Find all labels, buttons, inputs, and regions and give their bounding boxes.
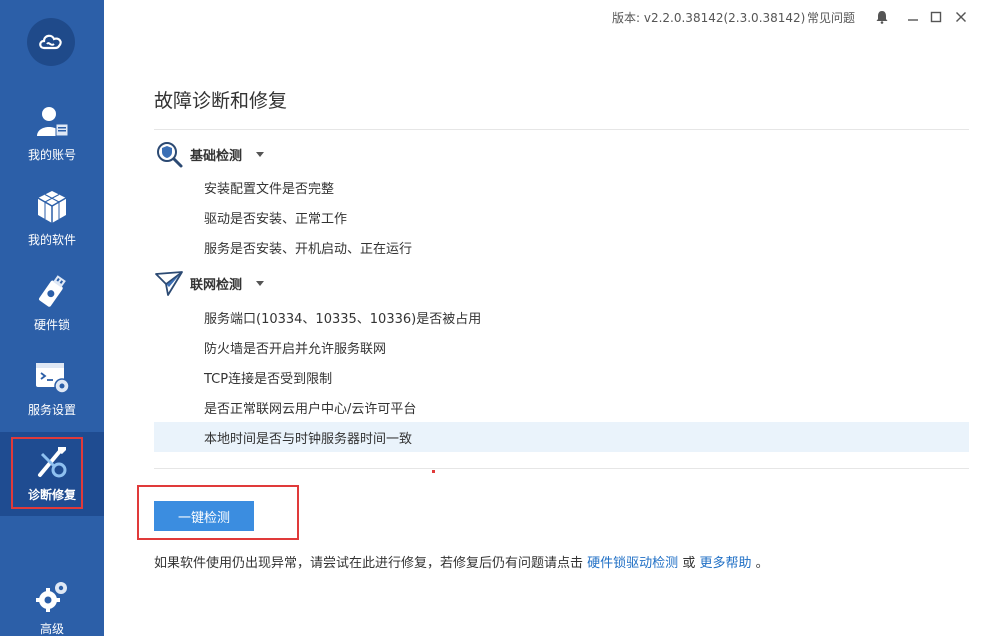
sidebar-item-label: 诊断修复 bbox=[27, 488, 76, 502]
sidebar-item-service-settings[interactable]: 服务设置 bbox=[0, 347, 104, 431]
minimize-icon[interactable] bbox=[904, 8, 922, 26]
annotation-dot bbox=[432, 470, 435, 473]
sidebar-item-my-account[interactable]: 我的账号 bbox=[0, 92, 104, 176]
list-item: TCP连接是否受到限制 bbox=[204, 371, 333, 387]
help-text-prefix: 如果软件使用仍出现异常，请尝试在此进行修复，若修复后仍有问题请点击 bbox=[154, 556, 584, 571]
notification-bell-icon[interactable] bbox=[873, 8, 891, 26]
faq-link[interactable]: 常见问题 bbox=[807, 9, 855, 26]
user-icon bbox=[32, 102, 72, 142]
sidebar-item-hardware-lock[interactable]: 硬件锁 bbox=[0, 262, 104, 346]
list-item: 服务端口(10334、10335、10336)是否被占用 bbox=[204, 311, 482, 327]
cube-icon bbox=[32, 187, 72, 227]
cloud-logo-icon bbox=[39, 34, 62, 50]
bottom-divider bbox=[154, 468, 969, 469]
sidebar-item-label: 高级 bbox=[39, 622, 64, 636]
sidebar-item-label: 我的账号 bbox=[27, 148, 76, 162]
sidebar-item-diagnose-repair[interactable]: 诊断修复 bbox=[0, 432, 104, 516]
list-item: 安装配置文件是否完整 bbox=[204, 181, 335, 197]
top-divider bbox=[154, 129, 969, 130]
sidebar-item-label: 硬件锁 bbox=[33, 318, 70, 332]
collapse-basic-check-caret-icon[interactable] bbox=[256, 151, 265, 157]
repair-tools-icon bbox=[32, 442, 72, 482]
magnifier-shield-icon bbox=[154, 139, 184, 169]
more-help-link[interactable]: 更多帮助 bbox=[699, 556, 751, 571]
sidebar-item-label: 我的软件 bbox=[27, 233, 76, 247]
help-text: 如果软件使用仍出现异常，请尝试在此进行修复，若修复后仍有问题请点击 硬件锁驱动检… bbox=[154, 552, 769, 571]
maximize-icon[interactable] bbox=[927, 8, 945, 26]
hardware-lock-driver-check-link[interactable]: 硬件锁驱动检测 bbox=[587, 556, 678, 571]
help-text-connector: 或 bbox=[682, 556, 696, 571]
section-basic-check: 基础检测 bbox=[154, 136, 265, 172]
service-settings-icon bbox=[32, 357, 72, 397]
list-item: 是否正常联网云用户中心/云许可平台 bbox=[204, 401, 417, 417]
app-logo bbox=[27, 18, 75, 66]
section-network-check: 联网检测 bbox=[154, 265, 265, 301]
usb-key-icon bbox=[32, 272, 72, 312]
version-label: 版本: v2.2.0.38142(2.3.0.38142) bbox=[612, 11, 806, 25]
list-item: 本地时间是否与时钟服务器时间一致 bbox=[154, 422, 969, 452]
gears-icon bbox=[32, 576, 72, 616]
sidebar: 我的账号 我的软件 硬件锁 服务设置 诊断修复 高级 bbox=[0, 0, 104, 636]
page-title: 故障诊断和修复 bbox=[154, 90, 288, 112]
sidebar-item-my-software[interactable]: 我的软件 bbox=[0, 177, 104, 261]
help-text-suffix: 。 bbox=[755, 556, 769, 571]
sidebar-item-label: 服务设置 bbox=[27, 403, 76, 417]
sidebar-item-advanced[interactable]: 高级 bbox=[0, 566, 104, 636]
section-title: 基础检测 bbox=[190, 148, 243, 164]
one-click-detect-button[interactable]: 一键检测 bbox=[154, 501, 254, 531]
list-item: 防火墙是否开启并允许服务联网 bbox=[204, 341, 387, 357]
paper-plane-icon bbox=[154, 268, 184, 298]
section-title: 联网检测 bbox=[190, 277, 243, 293]
list-item: 驱动是否安装、正常工作 bbox=[204, 211, 348, 227]
close-icon[interactable] bbox=[952, 8, 970, 26]
collapse-network-check-caret-icon[interactable] bbox=[256, 280, 265, 286]
list-item: 服务是否安装、开机启动、正在运行 bbox=[204, 241, 413, 257]
